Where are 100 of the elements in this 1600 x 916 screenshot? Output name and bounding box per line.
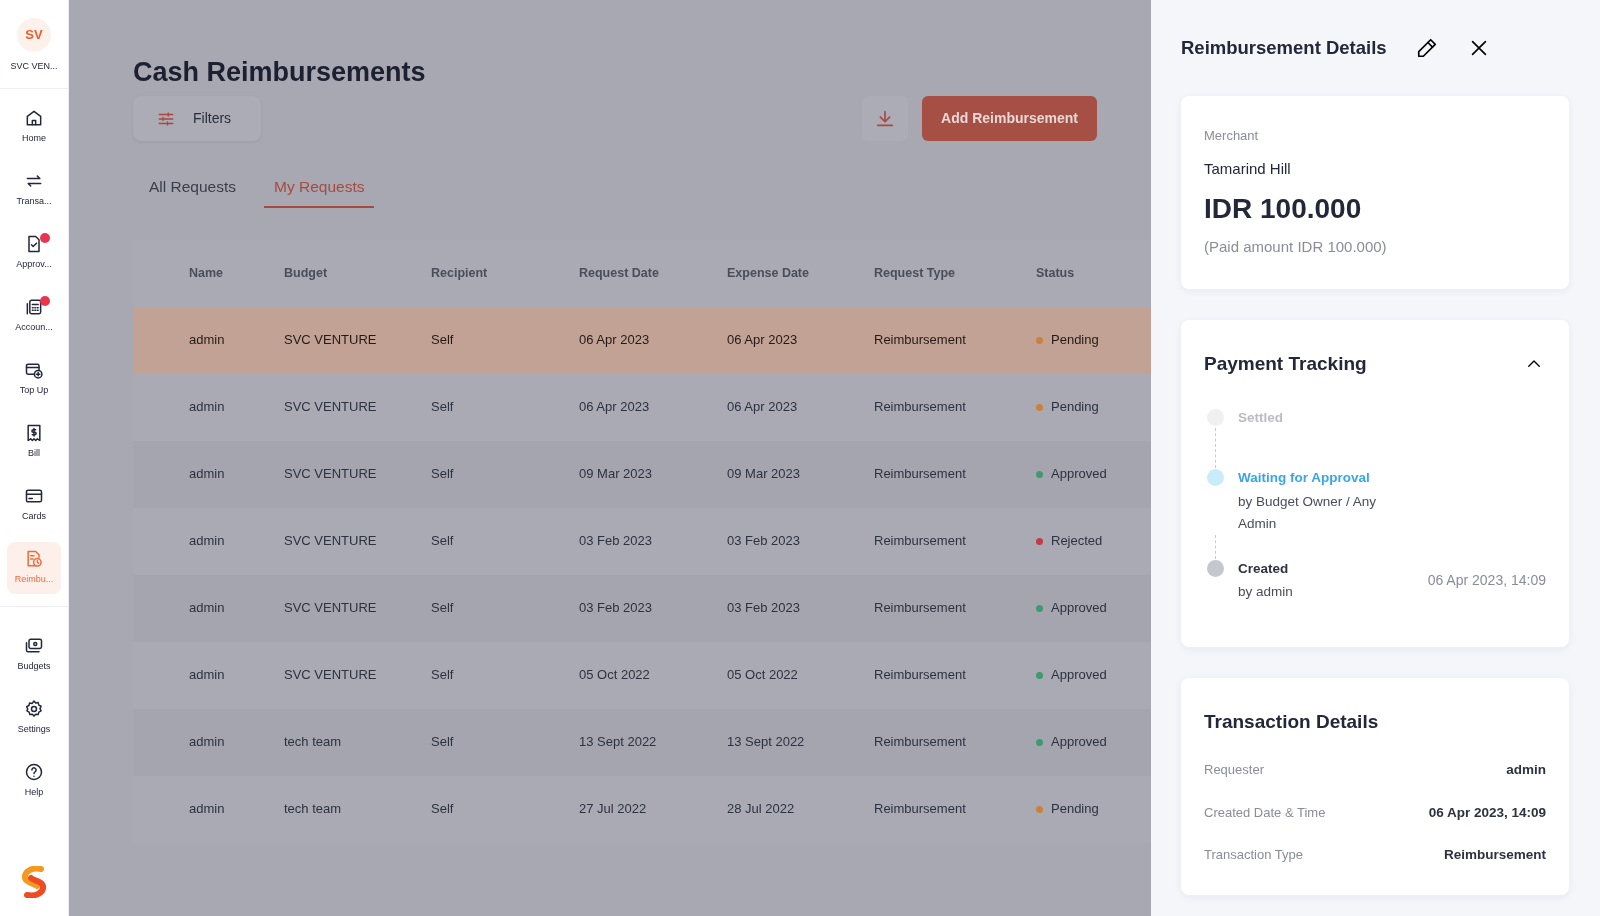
table-cell-text: 03 Feb 2023 [579, 599, 653, 618]
status-text: Pending [1051, 398, 1099, 417]
table-cell-text: 13 Sept 2022 [727, 733, 806, 752]
sidebar-item[interactable]: Approv... [7, 226, 61, 279]
table-row[interactable]: admin SVC VENTURE Self 06 Apr 2023 06 Apr 2023 Reimbursement Pending [133, 306, 1151, 374]
table-cell-text: admin [189, 666, 226, 685]
table-cell-text: SVC VENTURE [284, 465, 378, 484]
table-cell-text: SVC VENTURE [284, 666, 378, 685]
detail-value: 06 Apr 2023, 14:09 [1428, 803, 1546, 822]
detail-value: admin [1506, 761, 1546, 780]
sidebar-item[interactable]: Home [7, 100, 61, 153]
table-cell-text: Self [431, 532, 455, 551]
table-cell-text: 06 Apr 2023 [579, 331, 651, 350]
table-cell-text: SVC VENTURE [284, 331, 378, 350]
table-cell-text: 27 Jul 2022 [579, 800, 648, 819]
table-cell-text: 06 Apr 2023 [727, 398, 799, 417]
table-cell-text: Reimbursement [874, 532, 967, 551]
organization-name: SVC VEN... [10, 60, 58, 73]
step-time: 06 Apr 2023, 14:09 [1427, 571, 1546, 591]
sidebar-item[interactable]: Help [7, 754, 61, 807]
panel-title: Reimbursement Details [1181, 36, 1387, 60]
detail-label: Created Date & Time [1204, 803, 1326, 822]
table-cell-text: 03 Feb 2023 [727, 532, 801, 551]
detail-label: Transaction Type [1204, 845, 1303, 864]
tab[interactable]: All Requests [139, 175, 246, 208]
status-text: Approved [1051, 599, 1107, 618]
sidebar-item[interactable]: Accoun... [7, 289, 61, 342]
timeline-dot [1207, 559, 1224, 577]
table-cell-text: tech team [284, 733, 343, 752]
table-cell-text: admin [189, 532, 226, 551]
status-text: Approved [1051, 733, 1107, 752]
column-header: Expense Date [727, 264, 810, 282]
sidebar-item[interactable]: Bill [7, 415, 61, 468]
detail-label: Requester [1204, 761, 1264, 780]
table-cell-text: admin [189, 465, 226, 484]
amount: IDR 100.000 [1204, 192, 1363, 226]
logo-drawing [19, 866, 49, 898]
table-cell-text: 09 Mar 2023 [579, 465, 653, 484]
filter-sliders-icon [157, 109, 175, 128]
table-cell-text: admin [189, 733, 226, 752]
table-cell-text: 06 Apr 2023 [727, 331, 799, 350]
table-cell-text: Reimbursement [874, 666, 967, 685]
sidebar-item[interactable]: Settings [7, 691, 61, 744]
table-cell-text: Self [431, 331, 455, 350]
table-cell-text: 13 Sept 2022 [579, 733, 658, 752]
step-subtitle: by admin [1238, 582, 1294, 601]
table-cell-text: Reimbursement [874, 800, 967, 819]
status-text: Approved [1051, 666, 1107, 685]
status-text: Pending [1051, 800, 1099, 819]
merchant-label: Merchant [1204, 127, 1260, 145]
column-header: Request Type [874, 264, 957, 282]
table-cell-text: 05 Oct 2022 [727, 666, 799, 685]
sidebar-item[interactable]: Budgets [7, 628, 61, 681]
merchant-name: Tamarind Hill [1204, 158, 1292, 179]
table-cell-text: Reimbursement [874, 465, 967, 484]
status-text: Rejected [1051, 532, 1103, 551]
sidebar-item[interactable]: Top Up [7, 352, 61, 405]
sidebar-item[interactable]: Transa... [7, 163, 61, 216]
table-cell-text: admin [189, 398, 226, 417]
table-cell-text: Self [431, 398, 455, 417]
table-cell-text: Self [431, 800, 455, 819]
table-cell-text: Self [431, 599, 455, 618]
table-cell-text: SVC VENTURE [284, 398, 378, 417]
table-cell-text: 06 Apr 2023 [579, 398, 651, 417]
step-title: Settled [1238, 409, 1284, 427]
status-text: Pending [1051, 331, 1099, 350]
table-cell-text: Self [431, 465, 455, 484]
card-title: Transaction Details [1204, 709, 1380, 734]
table-cell-text: 05 Oct 2022 [579, 666, 651, 685]
table-cell-text: tech team [284, 800, 343, 819]
table-cell-text: Self [431, 733, 455, 752]
column-header: Recipient [431, 264, 489, 282]
column-header: Name [189, 264, 225, 282]
table-cell-text: Reimbursement [874, 733, 967, 752]
table-cell-text: 03 Feb 2023 [727, 599, 801, 618]
table-cell-text: Reimbursement [874, 599, 967, 618]
pencil-icon [1415, 37, 1438, 59]
document-clock-icon [24, 548, 44, 569]
step-subtitle: by Budget Owner / Any Admin [1238, 492, 1378, 533]
table-cell-text: 03 Feb 2023 [579, 532, 653, 551]
column-header: Budget [284, 264, 329, 282]
filters-button[interactable]: Filters [133, 96, 262, 142]
organization-avatar: SV [17, 18, 51, 52]
table-cell-text: 09 Mar 2023 [727, 465, 801, 484]
page-title: Cash Reimbursements [133, 56, 427, 89]
table-cell-text: SVC VENTURE [284, 532, 378, 551]
step-title: Created [1238, 559, 1290, 578]
table-cell-text: admin [189, 800, 226, 819]
table-cell-text: admin [189, 599, 226, 618]
table-cell-text: admin [189, 331, 226, 350]
column-header: Status [1036, 264, 1076, 282]
sidebar-item[interactable]: Cards [7, 478, 61, 531]
add-reimbursement-button[interactable]: Add Reimbursement [922, 96, 1097, 142]
table-cell-text: 28 Jul 2022 [727, 800, 796, 819]
table-cell-text: Reimbursement [874, 331, 967, 350]
help-icon [24, 761, 44, 782]
settings-icon [24, 698, 44, 719]
column-header: Request Date [579, 264, 660, 282]
card-title: Payment Tracking [1204, 351, 1367, 376]
detail-value: Reimbursement [1443, 845, 1546, 864]
